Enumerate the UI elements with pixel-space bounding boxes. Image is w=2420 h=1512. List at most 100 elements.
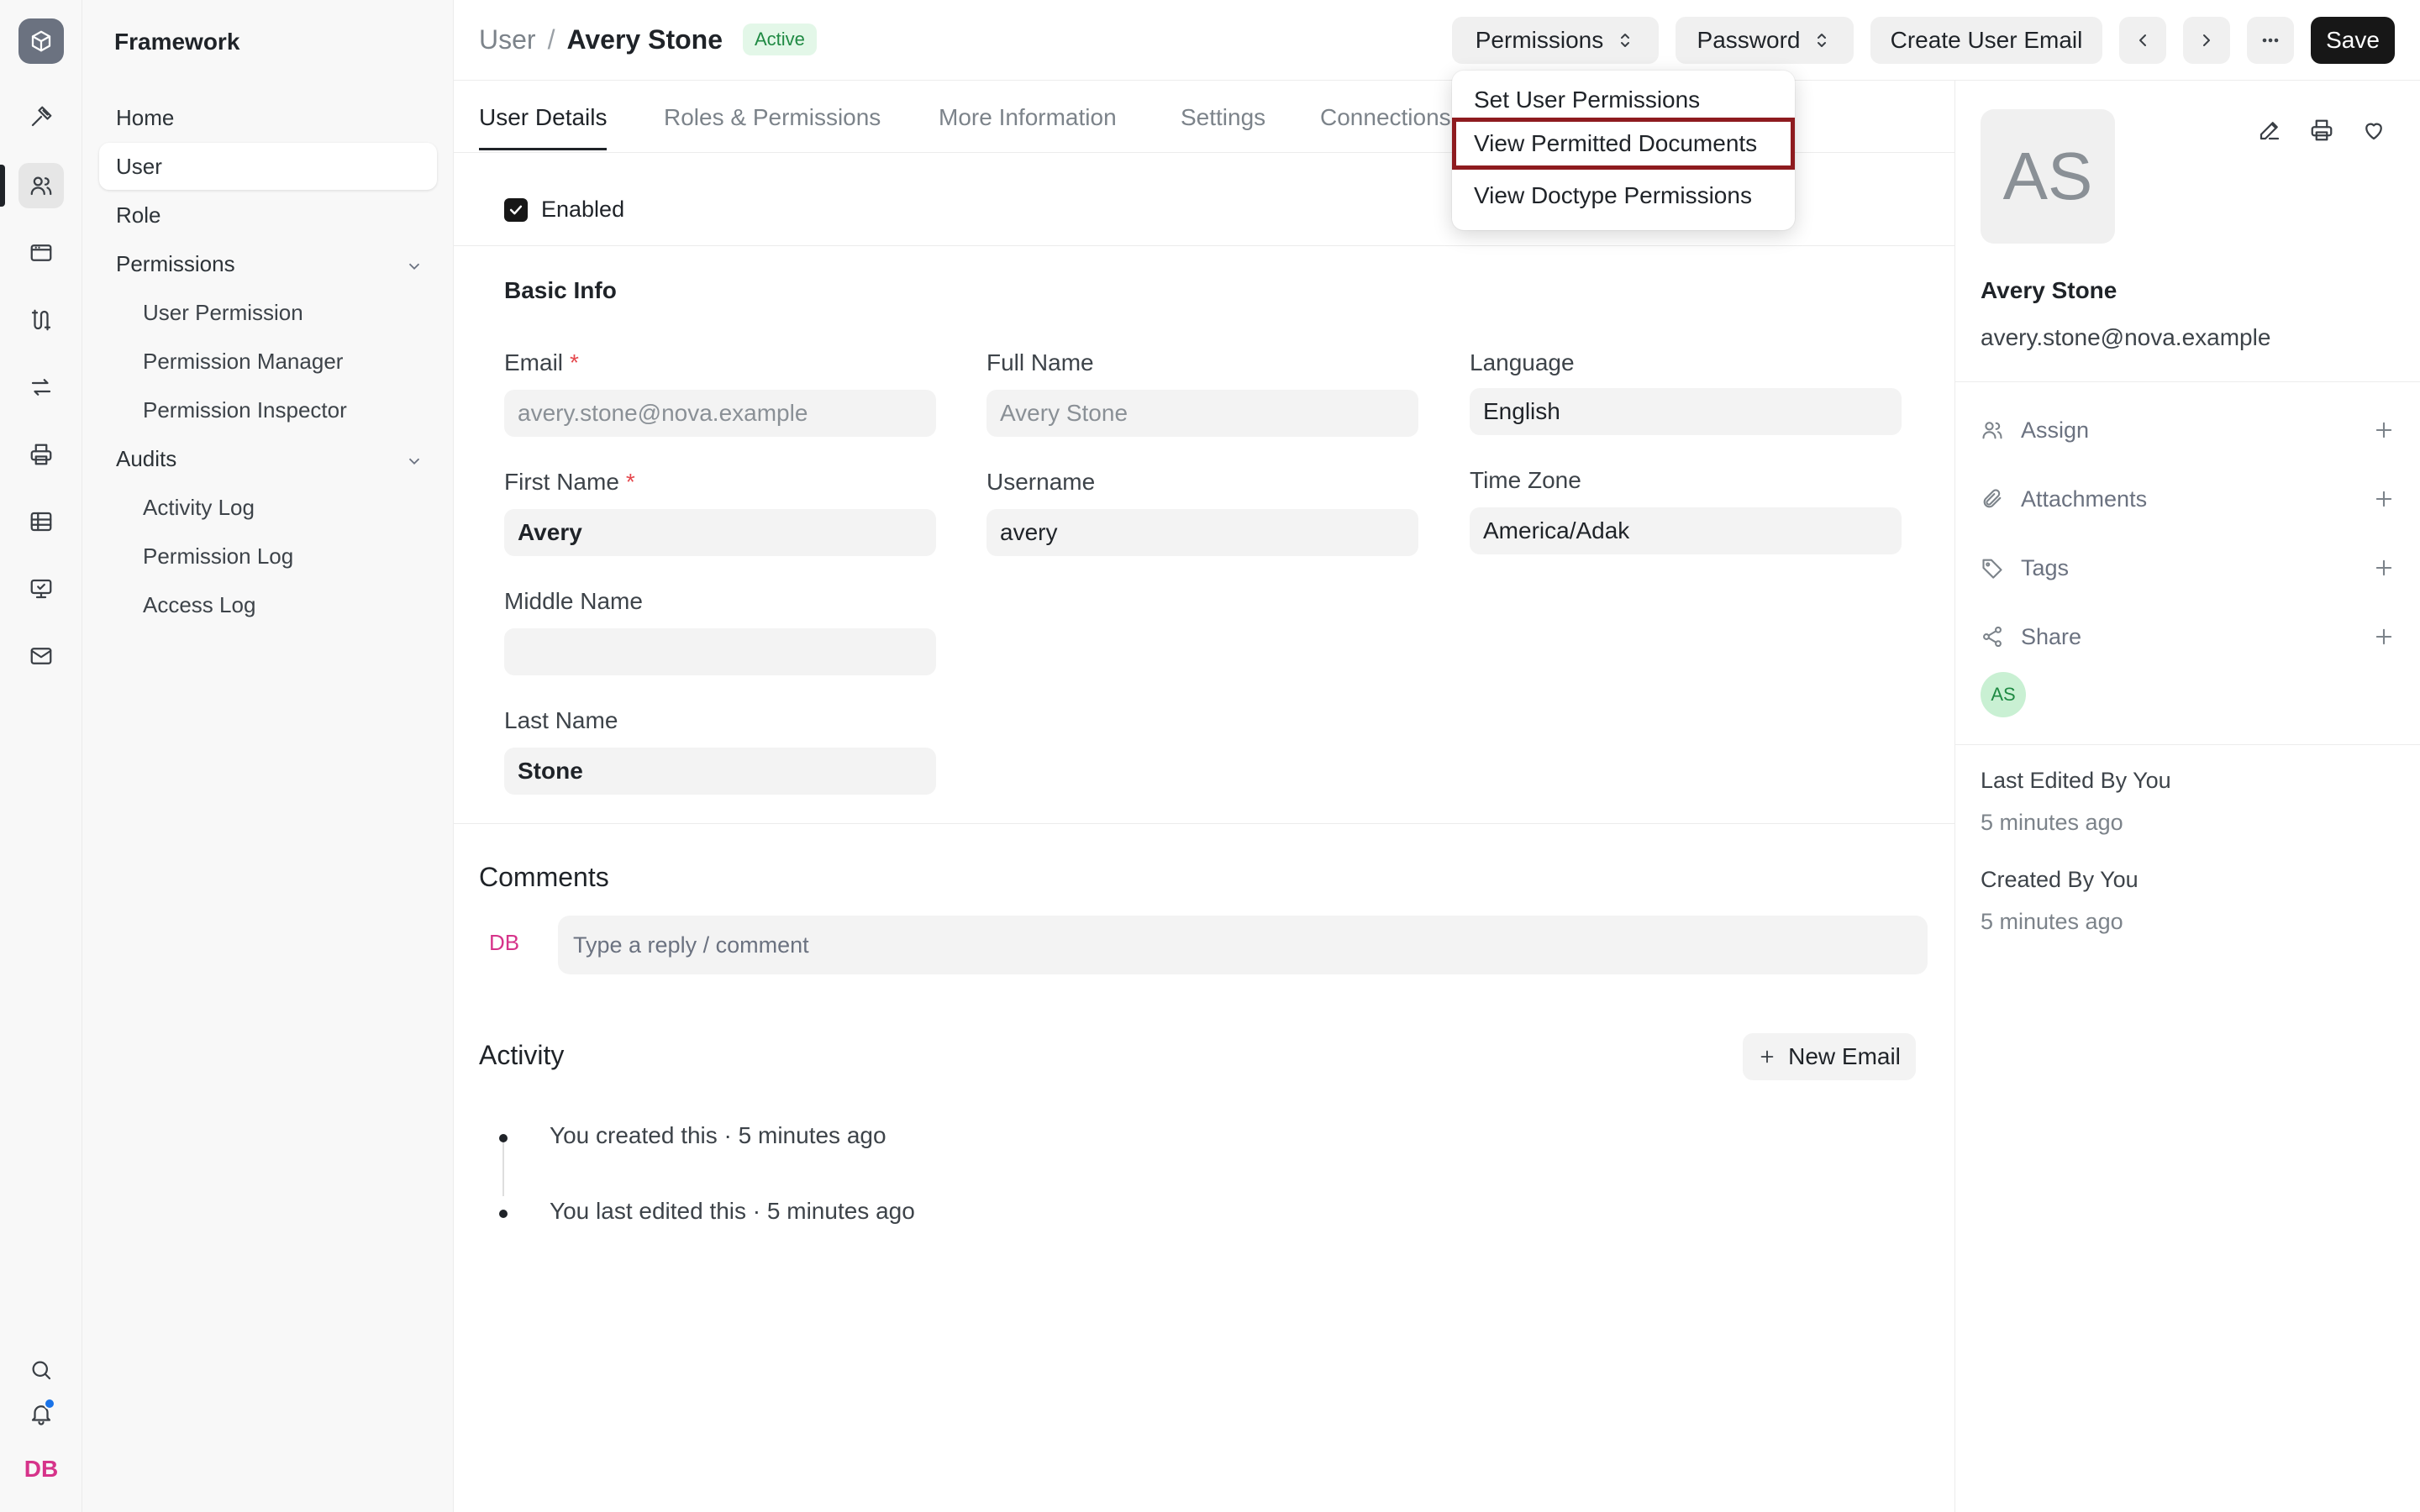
divider (454, 245, 1954, 246)
permissions-button-label: Permissions (1475, 27, 1604, 53)
tab-connections[interactable]: Connections (1320, 104, 1451, 131)
window-icon[interactable] (18, 230, 64, 276)
plus-icon[interactable] (2372, 556, 2396, 585)
last-edited-label: Last Edited By You (1981, 768, 2171, 793)
plus-icon[interactable] (2372, 487, 2396, 517)
sidebar-item-label: User (116, 153, 162, 179)
tags-row[interactable]: Tags (1981, 551, 2396, 585)
sidebar-details-panel: AS Avery Stone avery.stone@nova.example … (1954, 81, 2420, 1512)
first-name-field[interactable]: Avery (504, 509, 936, 556)
sidebar-item-role[interactable]: Role (99, 192, 437, 239)
menu-item-view-permitted-documents[interactable]: View Permitted Documents (1452, 118, 1795, 170)
edit-icon[interactable] (2257, 118, 2282, 143)
sidebar-item-label: Audits (116, 445, 177, 471)
status-badge: Active (743, 24, 817, 55)
mail-icon[interactable] (18, 633, 64, 679)
previous-button[interactable] (2119, 17, 2166, 64)
comment-input[interactable]: Type a reply / comment (558, 916, 1928, 974)
created-label: Created By You (1981, 867, 2139, 892)
users-icon[interactable] (18, 163, 64, 208)
sync-icon[interactable] (18, 365, 64, 410)
permissions-button[interactable]: Permissions (1452, 17, 1659, 64)
sidebar-item-label: Access Log (143, 591, 256, 617)
activity-title: Activity (479, 1040, 565, 1070)
comments-title: Comments (479, 862, 609, 892)
first-name-label: First Name * (504, 469, 635, 495)
app-logo-icon[interactable] (18, 18, 64, 64)
user-avatar[interactable]: DB (18, 1446, 64, 1492)
integrations-icon[interactable] (18, 297, 64, 343)
share-row[interactable]: Share (1981, 620, 2396, 654)
assign-row[interactable]: Assign (1981, 413, 2396, 447)
sidebar-item-user-permission[interactable]: User Permission (99, 289, 437, 336)
sidebar-item-access-log[interactable]: Access Log (99, 581, 437, 628)
sidebar-item-label: Permission Inspector (143, 396, 347, 423)
search-icon[interactable] (18, 1347, 64, 1393)
comment-avatar: DB (488, 929, 520, 955)
notification-dot (44, 1398, 55, 1410)
main-content: User Details Roles & Permissions More In… (454, 81, 1954, 1512)
chevron-right-icon (2203, 34, 2210, 46)
sidebar-item-user[interactable]: User (99, 143, 437, 190)
build-icon[interactable] (18, 94, 64, 139)
breadcrumb-parent[interactable]: User (479, 24, 536, 55)
created-time: 5 minutes ago (1981, 909, 2123, 934)
divider (454, 823, 1954, 824)
sidebar-item-audits[interactable]: Audits (99, 435, 437, 482)
sidebar-item-home[interactable]: Home (99, 94, 437, 141)
new-email-label: New Email (1788, 1043, 1901, 1069)
timeline-dot (499, 1134, 508, 1142)
sidebar-item-activity-log[interactable]: Activity Log (99, 484, 437, 531)
middle-name-field[interactable] (504, 628, 936, 675)
required-mark: * (625, 469, 635, 495)
tag-icon (1982, 559, 2002, 579)
full-name-field[interactable]: Avery Stone (986, 390, 1418, 437)
bell-icon[interactable] (18, 1391, 64, 1436)
language-field[interactable]: English (1470, 388, 1902, 435)
table-icon[interactable] (18, 499, 64, 544)
tab-user-details[interactable]: User Details (479, 104, 608, 150)
sidebar-item-label: Permission Log (143, 543, 294, 569)
next-button[interactable] (2183, 17, 2230, 64)
password-button[interactable]: Password (1676, 17, 1854, 64)
sidebar-item-permission-inspector[interactable]: Permission Inspector (99, 386, 437, 433)
plus-icon[interactable] (2372, 625, 2396, 654)
last-name-field[interactable]: Stone (504, 748, 936, 795)
sidebar-item-permission-manager[interactable]: Permission Manager (99, 338, 437, 385)
username-field[interactable]: avery (986, 509, 1418, 556)
heart-icon[interactable] (2361, 118, 2386, 143)
attachments-row[interactable]: Attachments (1981, 482, 2396, 516)
profile-avatar[interactable]: AS (1981, 109, 2115, 244)
chevron-down-icon[interactable] (405, 450, 424, 469)
chevron-up-down-icon (1812, 30, 1832, 50)
tab-roles-permissions[interactable]: Roles & Permissions (664, 104, 881, 131)
share-icon (1983, 626, 2002, 648)
more-actions-button[interactable] (2247, 17, 2294, 64)
last-edited-time: 5 minutes ago (1981, 810, 2123, 835)
menu-item-view-doctype-permissions[interactable]: View Doctype Permissions (1452, 171, 1795, 220)
plus-icon[interactable] (2372, 418, 2396, 448)
enabled-checkbox-row[interactable]: Enabled (504, 197, 624, 223)
enabled-checkbox[interactable] (504, 197, 528, 222)
new-email-button[interactable]: New Email (1743, 1033, 1916, 1080)
printer-icon[interactable] (2309, 118, 2334, 143)
divider (1955, 381, 2420, 382)
save-button[interactable]: Save (2311, 17, 2395, 64)
tab-settings[interactable]: Settings (1181, 104, 1265, 131)
monitor-icon[interactable] (18, 566, 64, 612)
chevron-down-icon[interactable] (405, 255, 424, 274)
paperclip-icon (1983, 489, 2002, 508)
printer-icon[interactable] (18, 432, 64, 477)
sidebar-item-permissions[interactable]: Permissions (99, 240, 437, 287)
sidebar-item-label: User Permission (143, 299, 303, 325)
email-field[interactable]: avery.stone@nova.example (504, 390, 936, 437)
time-zone-field[interactable]: America/Adak (1470, 507, 1902, 554)
tab-more-information[interactable]: More Information (939, 104, 1117, 131)
username-label: Username (986, 469, 1096, 495)
create-user-email-button[interactable]: Create User Email (1870, 17, 2102, 64)
timeline-line (502, 1141, 504, 1196)
page-header: User / Avery Stone Active Permissions Pa… (454, 0, 2420, 81)
sidebar-app-name: Framework (114, 29, 240, 55)
sidebar-item-permission-log[interactable]: Permission Log (99, 533, 437, 580)
shared-user-avatar[interactable]: AS (1981, 672, 2026, 717)
